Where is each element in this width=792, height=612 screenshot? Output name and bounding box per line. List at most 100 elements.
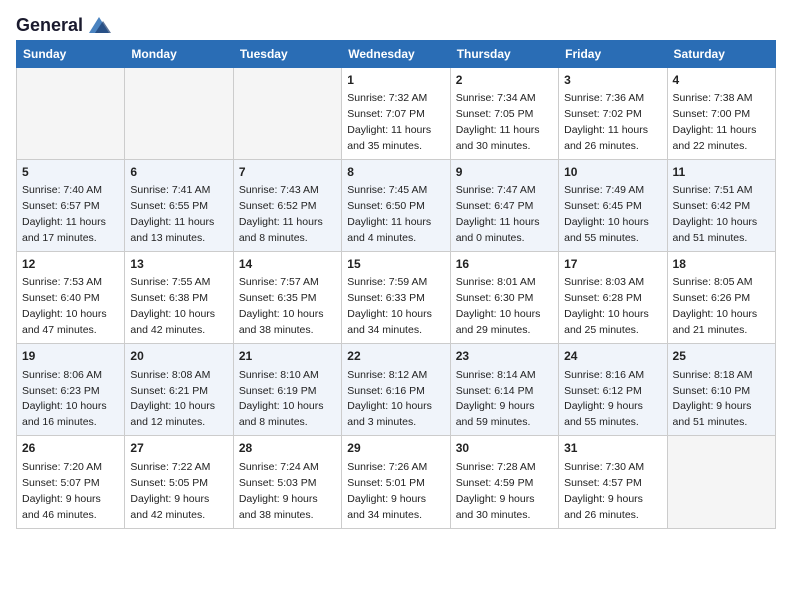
day-info: Sunrise: 7:43 AM Sunset: 6:52 PM Dayligh… (239, 184, 323, 244)
day-info: Sunrise: 7:53 AM Sunset: 6:40 PM Dayligh… (22, 276, 107, 336)
day-number: 7 (239, 164, 336, 181)
day-info: Sunrise: 7:57 AM Sunset: 6:35 PM Dayligh… (239, 276, 324, 336)
day-info: Sunrise: 7:22 AM Sunset: 5:05 PM Dayligh… (130, 461, 210, 521)
calendar-cell (125, 67, 233, 159)
day-info: Sunrise: 7:28 AM Sunset: 4:59 PM Dayligh… (456, 461, 536, 521)
calendar-cell: 3 Sunrise: 7:36 AM Sunset: 7:02 PM Daylig… (559, 67, 667, 159)
day-info: Sunrise: 8:14 AM Sunset: 6:14 PM Dayligh… (456, 369, 536, 429)
calendar-cell: 27 Sunrise: 7:22 AM Sunset: 5:05 PM Dayli… (125, 436, 233, 528)
day-number: 19 (22, 348, 119, 365)
calendar-cell: 13Sunrise: 7:55 AM Sunset: 6:38 PM Dayli… (125, 252, 233, 344)
header: General (16, 16, 776, 32)
day-info: Sunrise: 7:26 AM Sunset: 5:01 PM Dayligh… (347, 461, 427, 521)
calendar-cell (233, 67, 341, 159)
day-number: 23 (456, 348, 553, 365)
calendar-week-row: 26 Sunrise: 7:20 AM Sunset: 5:07 PM Dayli… (17, 436, 776, 528)
calendar-cell (17, 67, 125, 159)
header-saturday: Saturday (667, 40, 775, 67)
day-info: Sunrise: 7:36 AM Sunset: 7:02 PM Dayligh… (564, 92, 648, 152)
calendar-cell: 19 Sunrise: 8:06 AM Sunset: 6:23 PM Dayli… (17, 344, 125, 436)
calendar-cell: 21 Sunrise: 8:10 AM Sunset: 6:19 PM Dayli… (233, 344, 341, 436)
day-number: 12 (22, 256, 119, 273)
day-info: Sunrise: 8:05 AM Sunset: 6:26 PM Dayligh… (673, 276, 758, 336)
calendar-cell: 6Sunrise: 7:41 AM Sunset: 6:55 PM Daylig… (125, 159, 233, 251)
day-number: 20 (130, 348, 227, 365)
day-info: Sunrise: 7:40 AM Sunset: 6:57 PM Dayligh… (22, 184, 106, 244)
day-info: Sunrise: 8:08 AM Sunset: 6:21 PM Dayligh… (130, 369, 215, 429)
day-info: Sunrise: 8:03 AM Sunset: 6:28 PM Dayligh… (564, 276, 649, 336)
day-number: 3 (564, 72, 661, 89)
day-info: Sunrise: 8:12 AM Sunset: 6:16 PM Dayligh… (347, 369, 432, 429)
day-number: 18 (673, 256, 770, 273)
calendar-cell: 8Sunrise: 7:45 AM Sunset: 6:50 PM Daylig… (342, 159, 450, 251)
header-friday: Friday (559, 40, 667, 67)
day-info: Sunrise: 7:41 AM Sunset: 6:55 PM Dayligh… (130, 184, 214, 244)
day-number: 15 (347, 256, 444, 273)
day-number: 17 (564, 256, 661, 273)
calendar-cell: 30 Sunrise: 7:28 AM Sunset: 4:59 PM Dayli… (450, 436, 558, 528)
calendar-cell: 9 Sunrise: 7:47 AM Sunset: 6:47 PM Daylig… (450, 159, 558, 251)
day-number: 9 (456, 164, 553, 181)
header-wednesday: Wednesday (342, 40, 450, 67)
day-info: Sunrise: 8:16 AM Sunset: 6:12 PM Dayligh… (564, 369, 644, 429)
day-info: Sunrise: 8:06 AM Sunset: 6:23 PM Dayligh… (22, 369, 107, 429)
calendar-week-row: 1 Sunrise: 7:32 AM Sunset: 7:07 PM Daylig… (17, 67, 776, 159)
day-info: Sunrise: 7:20 AM Sunset: 5:07 PM Dayligh… (22, 461, 102, 521)
calendar-cell: 31Sunrise: 7:30 AM Sunset: 4:57 PM Dayli… (559, 436, 667, 528)
calendar-cell: 14 Sunrise: 7:57 AM Sunset: 6:35 PM Dayli… (233, 252, 341, 344)
day-info: Sunrise: 8:01 AM Sunset: 6:30 PM Dayligh… (456, 276, 541, 336)
header-thursday: Thursday (450, 40, 558, 67)
calendar-cell: 11 Sunrise: 7:51 AM Sunset: 6:42 PM Dayli… (667, 159, 775, 251)
day-number: 27 (130, 440, 227, 457)
calendar-cell: 23 Sunrise: 8:14 AM Sunset: 6:14 PM Dayli… (450, 344, 558, 436)
day-number: 1 (347, 72, 444, 89)
calendar-week-row: 5Sunrise: 7:40 AM Sunset: 6:57 PM Daylig… (17, 159, 776, 251)
day-info: Sunrise: 7:32 AM Sunset: 7:07 PM Dayligh… (347, 92, 431, 152)
logo-general: General (16, 16, 83, 36)
day-number: 28 (239, 440, 336, 457)
logo-icon (85, 15, 113, 35)
day-number: 30 (456, 440, 553, 457)
day-number: 11 (673, 164, 770, 181)
day-number: 4 (673, 72, 770, 89)
header-monday: Monday (125, 40, 233, 67)
calendar-header-row: SundayMondayTuesdayWednesdayThursdayFrid… (17, 40, 776, 67)
day-number: 14 (239, 256, 336, 273)
calendar-cell: 15 Sunrise: 7:59 AM Sunset: 6:33 PM Dayli… (342, 252, 450, 344)
day-info: Sunrise: 7:49 AM Sunset: 6:45 PM Dayligh… (564, 184, 649, 244)
calendar-cell (667, 436, 775, 528)
calendar-week-row: 19 Sunrise: 8:06 AM Sunset: 6:23 PM Dayli… (17, 344, 776, 436)
header-tuesday: Tuesday (233, 40, 341, 67)
day-number: 16 (456, 256, 553, 273)
day-number: 25 (673, 348, 770, 365)
calendar-cell: 1 Sunrise: 7:32 AM Sunset: 7:07 PM Daylig… (342, 67, 450, 159)
day-info: Sunrise: 7:24 AM Sunset: 5:03 PM Dayligh… (239, 461, 319, 521)
calendar-cell: 10Sunrise: 7:49 AM Sunset: 6:45 PM Dayli… (559, 159, 667, 251)
day-number: 29 (347, 440, 444, 457)
calendar-cell: 16 Sunrise: 8:01 AM Sunset: 6:30 PM Dayli… (450, 252, 558, 344)
day-number: 2 (456, 72, 553, 89)
calendar-cell: 2 Sunrise: 7:34 AM Sunset: 7:05 PM Daylig… (450, 67, 558, 159)
day-info: Sunrise: 8:10 AM Sunset: 6:19 PM Dayligh… (239, 369, 324, 429)
day-info: Sunrise: 8:18 AM Sunset: 6:10 PM Dayligh… (673, 369, 753, 429)
day-number: 22 (347, 348, 444, 365)
day-info: Sunrise: 7:34 AM Sunset: 7:05 PM Dayligh… (456, 92, 540, 152)
day-info: Sunrise: 7:45 AM Sunset: 6:50 PM Dayligh… (347, 184, 431, 244)
calendar-cell: 20 Sunrise: 8:08 AM Sunset: 6:21 PM Dayli… (125, 344, 233, 436)
calendar-cell: 17 Sunrise: 8:03 AM Sunset: 6:28 PM Dayli… (559, 252, 667, 344)
calendar-cell: 25 Sunrise: 8:18 AM Sunset: 6:10 PM Dayli… (667, 344, 775, 436)
calendar: SundayMondayTuesdayWednesdayThursdayFrid… (16, 40, 776, 529)
calendar-week-row: 12 Sunrise: 7:53 AM Sunset: 6:40 PM Dayli… (17, 252, 776, 344)
calendar-cell: 7 Sunrise: 7:43 AM Sunset: 6:52 PM Daylig… (233, 159, 341, 251)
day-info: Sunrise: 7:47 AM Sunset: 6:47 PM Dayligh… (456, 184, 540, 244)
day-number: 26 (22, 440, 119, 457)
calendar-cell: 4Sunrise: 7:38 AM Sunset: 7:00 PM Daylig… (667, 67, 775, 159)
logo: General (16, 16, 113, 32)
calendar-cell: 22 Sunrise: 8:12 AM Sunset: 6:16 PM Dayli… (342, 344, 450, 436)
calendar-cell: 28 Sunrise: 7:24 AM Sunset: 5:03 PM Dayli… (233, 436, 341, 528)
day-info: Sunrise: 7:51 AM Sunset: 6:42 PM Dayligh… (673, 184, 758, 244)
calendar-cell: 24Sunrise: 8:16 AM Sunset: 6:12 PM Dayli… (559, 344, 667, 436)
calendar-cell: 26 Sunrise: 7:20 AM Sunset: 5:07 PM Dayli… (17, 436, 125, 528)
day-info: Sunrise: 7:59 AM Sunset: 6:33 PM Dayligh… (347, 276, 432, 336)
day-number: 21 (239, 348, 336, 365)
